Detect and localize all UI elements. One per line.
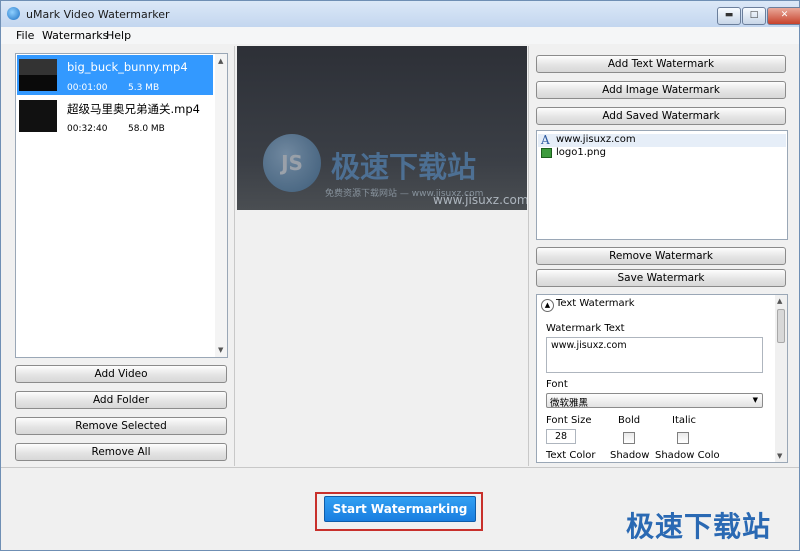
font-size-label: Font Size [546, 415, 592, 426]
divider [1, 467, 799, 468]
section-title: Text Watermark [556, 298, 635, 309]
video-item[interactable]: big_buck_bunny.mp4 00:01:00 5.3 MB [17, 55, 213, 95]
remove-watermark-button[interactable]: Remove Watermark [536, 247, 786, 265]
watermark-big-text: 极速下载站 [331, 150, 477, 184]
video-name: 超级马里奥兄弟通关.mp4 [67, 102, 200, 116]
video-thumbnail [19, 100, 57, 132]
add-saved-watermark-button[interactable]: Add Saved Watermark [536, 107, 786, 125]
maximize-button[interactable]: □ [742, 7, 766, 25]
title-bar[interactable]: uMark Video Watermarker ▬ □ ✕ [1, 1, 800, 27]
image-icon [541, 148, 552, 158]
brand-watermark: 极速下载站 [626, 510, 772, 543]
shadow-color-label: Shadow Colo [655, 450, 720, 461]
save-watermark-button[interactable]: Save Watermark [536, 269, 786, 287]
remove-all-button[interactable]: Remove All [15, 443, 227, 461]
video-duration: 00:01:00 [67, 83, 108, 93]
window-title: uMark Video Watermarker [26, 8, 170, 21]
watermark-list[interactable]: A www.jisuxz.com logo1.png [536, 130, 788, 240]
add-folder-button[interactable]: Add Folder [15, 391, 227, 409]
app-icon [7, 7, 20, 20]
font-size-input[interactable]: 28 [546, 429, 576, 444]
video-preview[interactable]: JS 极速下载站 免费资源下载网站 — www.jisuxz.com www.j… [237, 46, 527, 210]
start-watermarking-button[interactable]: Start Watermarking [324, 496, 476, 522]
bold-label: Bold [618, 415, 641, 426]
scroll-up-icon[interactable]: ▲ [777, 297, 782, 305]
add-text-watermark-button[interactable]: Add Text Watermark [536, 55, 786, 73]
scroll-down-icon[interactable]: ▼ [218, 346, 223, 354]
menu-help[interactable]: Help [106, 29, 131, 42]
remove-selected-button[interactable]: Remove Selected [15, 417, 227, 435]
watermark-text-input[interactable]: www.jisuxz.com [546, 337, 763, 373]
video-duration: 00:32:40 [67, 124, 108, 134]
watermark-text-label: Watermark Text [546, 323, 625, 334]
shadow-label: Shadow [610, 450, 650, 461]
chevron-down-icon: ▼ [752, 396, 758, 404]
watermark-properties-panel: ▲ Text Watermark Watermark Text www.jisu… [536, 294, 788, 463]
video-name: big_buck_bunny.mp4 [67, 60, 188, 74]
watermark-logo: JS [263, 134, 321, 192]
scroll-up-icon[interactable]: ▲ [218, 57, 223, 65]
video-thumbnail [19, 59, 57, 91]
menu-watermarks[interactable]: Watermarks [42, 29, 108, 42]
add-video-button[interactable]: Add Video [15, 365, 227, 383]
italic-label: Italic [672, 415, 697, 426]
video-size: 5.3 MB [128, 83, 160, 93]
watermark-url-text: www.jisuxz.com [433, 193, 527, 207]
main-window: uMark Video Watermarker ▬ □ ✕ File Water… [0, 0, 800, 551]
divider [528, 46, 529, 466]
divider [234, 46, 235, 466]
video-size: 58.0 MB [128, 124, 165, 134]
video-list-scrollbar[interactable]: ▲ ▼ [215, 54, 227, 357]
collapse-up-icon[interactable]: ▲ [541, 299, 554, 312]
text-a-icon: A [541, 133, 550, 147]
text-color-label: Text Color [546, 450, 596, 461]
menu-bar: File Watermarks Help [1, 27, 799, 44]
video-item[interactable]: 超级马里奥兄弟通关.mp4 00:32:40 58.0 MB [17, 96, 213, 136]
scroll-thumb[interactable] [777, 309, 785, 343]
italic-checkbox[interactable] [677, 432, 689, 444]
font-select[interactable]: 微软雅黑 ▼ [546, 393, 763, 409]
watermark-list-item[interactable]: logo1.png [538, 147, 786, 160]
close-button[interactable]: ✕ [767, 7, 800, 25]
add-image-watermark-button[interactable]: Add Image Watermark [536, 81, 786, 99]
font-label: Font [546, 379, 568, 390]
minimize-button[interactable]: ▬ [717, 7, 741, 25]
properties-scrollbar[interactable]: ▲ ▼ [775, 295, 787, 462]
bold-checkbox[interactable] [623, 432, 635, 444]
watermark-list-item[interactable]: A www.jisuxz.com [538, 133, 786, 147]
video-list[interactable]: big_buck_bunny.mp4 00:01:00 5.3 MB 超级马里奥… [15, 53, 228, 358]
scroll-down-icon[interactable]: ▼ [777, 452, 782, 460]
menu-file[interactable]: File [16, 29, 34, 42]
